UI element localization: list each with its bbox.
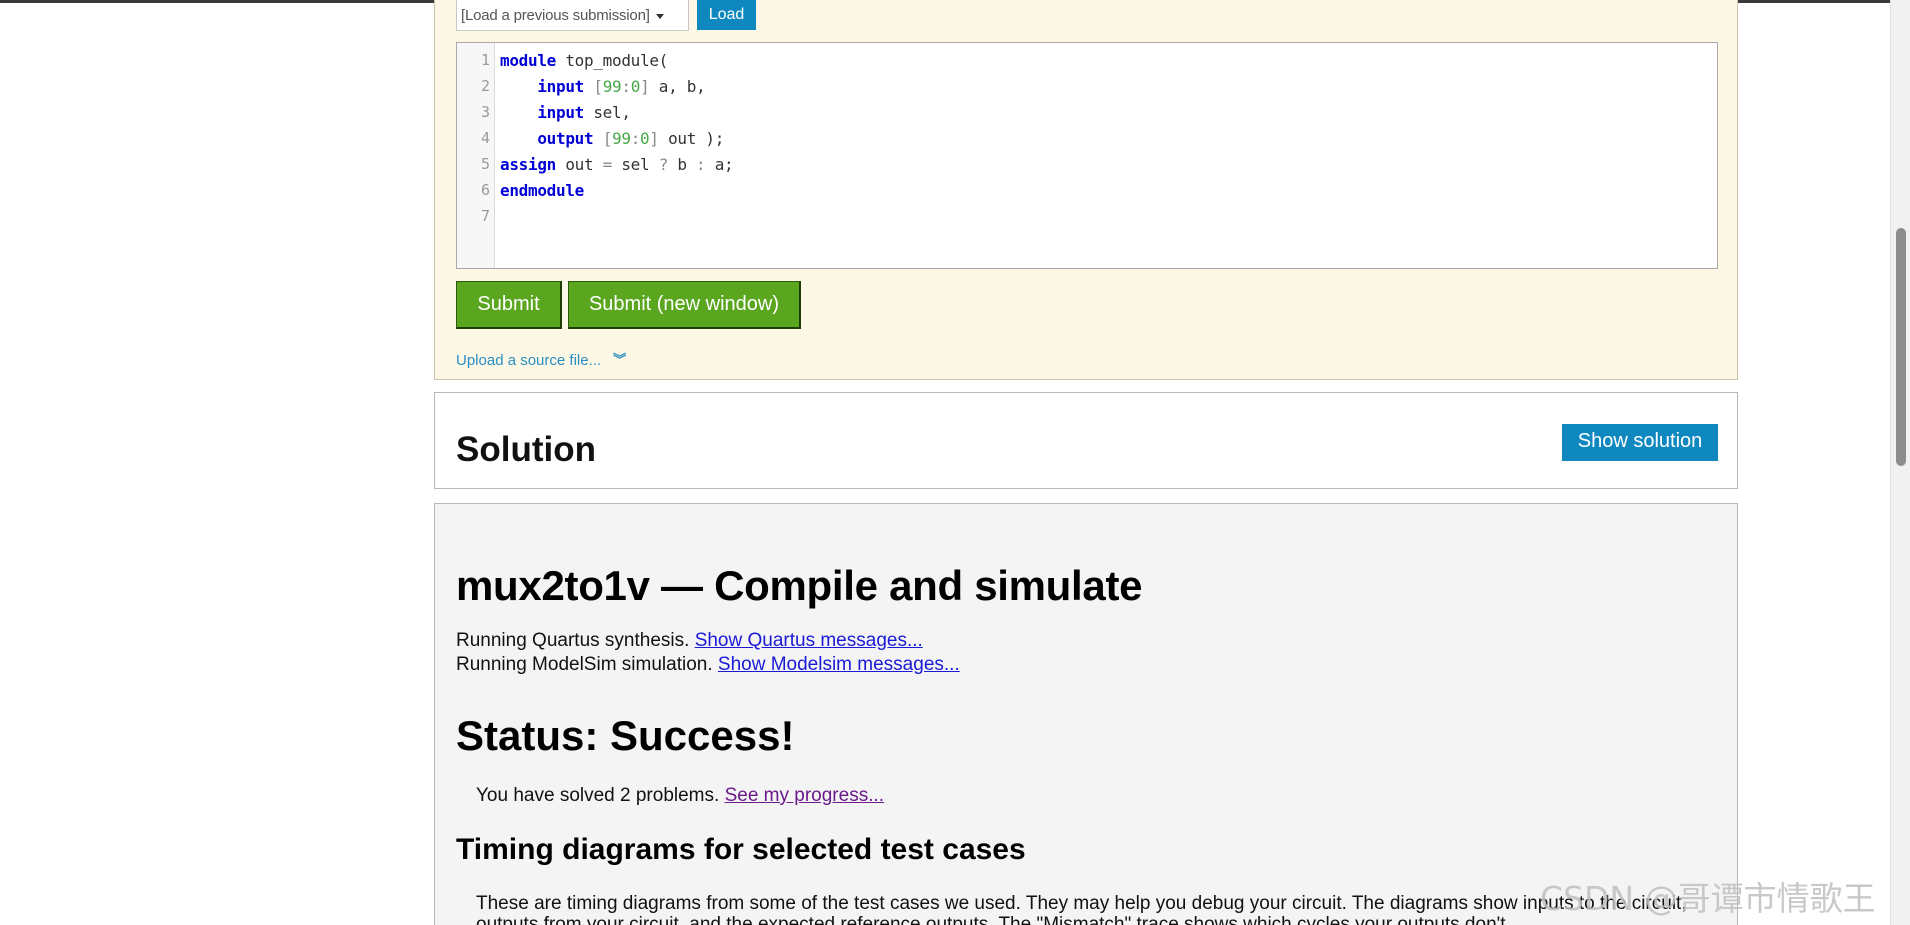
code-token: 99 (602, 77, 622, 96)
code-token: : (630, 129, 641, 148)
code-token: input (537, 103, 585, 122)
code-token: 0 (640, 129, 650, 148)
upload-source-link[interactable]: Upload a source file... ︾ (456, 349, 626, 369)
status-title: Status: Success! (456, 712, 795, 759)
code-token: a, b, (649, 77, 706, 96)
code-token: ] (640, 77, 650, 96)
code-token: [ (593, 77, 603, 96)
code-token: out (556, 155, 603, 174)
quartus-text: Running Quartus synthesis. (456, 630, 695, 651)
caret-down-icon (655, 13, 664, 19)
line-number: 6 (480, 181, 490, 199)
load-submission-select[interactable]: [Load a previous submission] (456, 0, 689, 31)
code-token: ? (658, 155, 669, 174)
code-token: out ); (658, 129, 725, 148)
code-line: input sel, (500, 103, 631, 122)
progress-text: You have solved 2 problems. (476, 785, 725, 806)
code-token: = (602, 155, 613, 174)
line-number: 4 (480, 129, 490, 147)
code-line: input [99:0] a, b, (500, 77, 705, 96)
timing-diagrams-title: Timing diagrams for selected test cases (456, 833, 1026, 866)
code-token: : (696, 155, 706, 174)
code-token: module (500, 51, 556, 70)
code-token: 99 (612, 129, 631, 148)
progress-line: You have solved 2 problems. See my progr… (476, 785, 884, 807)
line-number: 2 (480, 77, 490, 95)
quartus-line: Running Quartus synthesis. Show Quartus … (456, 630, 923, 652)
see-my-progress-link[interactable]: See my progress... (725, 785, 884, 806)
code-token: top_module( (556, 51, 668, 70)
code-token: 0 (630, 77, 641, 96)
show-quartus-messages-link[interactable]: Show Quartus messages... (695, 630, 923, 651)
submit-button[interactable]: Submit (456, 281, 562, 329)
code-editor[interactable]: 1 module top_module(2 input [99:0] a, b, 3… (456, 42, 1718, 269)
code-line: module top_module( (500, 51, 668, 70)
results-panel: mux2to1v — Compile and simulate Running … (434, 503, 1738, 925)
code-line: assign out = sel ? b : a; (500, 155, 734, 174)
csdn-watermark: CSDN @哥谭市情歌王 (1540, 879, 1876, 918)
results-title: mux2to1v — Compile and simulate (456, 562, 1143, 609)
line-number: 7 (480, 207, 490, 225)
code-token: sel (612, 155, 659, 174)
modelsim-line: Running ModelSim simulation. Show Models… (456, 654, 960, 676)
upload-source-label: Upload a source file... (456, 352, 602, 369)
code-token: ] (649, 129, 659, 148)
submit-new-window-button[interactable]: Submit (new window) (568, 281, 801, 329)
load-button[interactable]: Load (697, 0, 756, 30)
modelsim-text: Running ModelSim simulation. (456, 654, 718, 675)
code-token: [ (602, 129, 613, 148)
solution-title: Solution (456, 430, 596, 469)
timing-diagrams-description: These are timing diagrams from some of t… (476, 893, 1687, 925)
code-token: a; (705, 155, 734, 174)
line-number: 1 (480, 51, 490, 69)
solution-panel: Solution Show solution (434, 392, 1738, 489)
vertical-scrollbar[interactable] (1890, 0, 1910, 925)
code-line: output [99:0] out ); (500, 129, 724, 148)
show-modelsim-messages-link[interactable]: Show Modelsim messages... (718, 654, 960, 675)
code-token: b (668, 155, 697, 174)
code-token: sel, (584, 103, 631, 122)
code-token: output (537, 129, 594, 148)
show-solution-button[interactable]: Show solution (1562, 424, 1718, 461)
code-token: : (621, 77, 631, 96)
code-line: endmodule (500, 181, 584, 200)
line-number: 3 (480, 103, 490, 121)
line-number: 5 (480, 155, 490, 173)
submission-panel: [Load a previous submission] Load 1 modul… (434, 0, 1738, 380)
scrollbar-thumb[interactable] (1896, 228, 1906, 466)
code-token: input (537, 77, 585, 96)
load-submission-select-value: [Load a previous submission] (461, 7, 650, 24)
double-chevron-down-icon: ︾ (613, 352, 627, 367)
code-token: endmodule (500, 181, 584, 200)
code-token: assign (500, 155, 556, 174)
